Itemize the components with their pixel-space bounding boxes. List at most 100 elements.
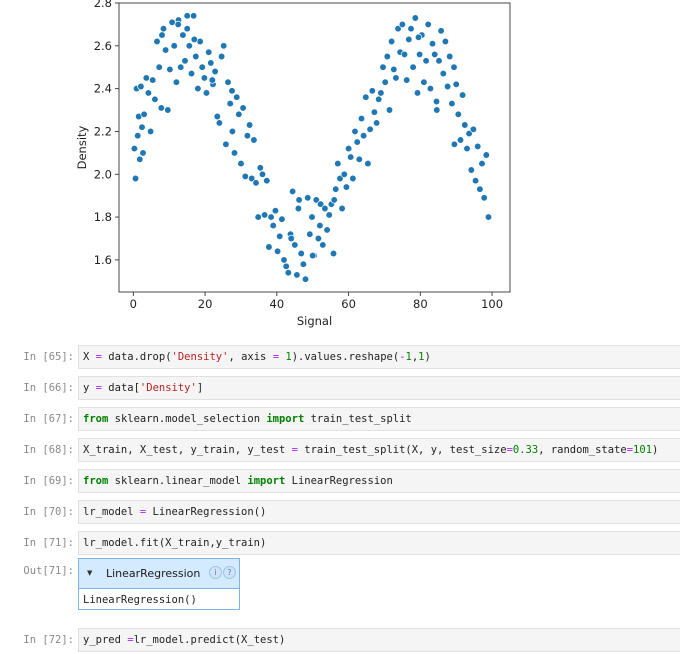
code-cell[interactable]: In [68]: X_train, X_test, y_train, y_test… bbox=[0, 438, 680, 464]
data-point bbox=[151, 95, 159, 103]
data-point bbox=[174, 20, 182, 29]
y-tick-label: 2.0 bbox=[94, 167, 112, 181]
data-point bbox=[228, 87, 236, 95]
cell-prompt: In [70]: bbox=[23, 506, 74, 518]
code-input[interactable]: from sklearn.model_selection import trai… bbox=[78, 407, 680, 431]
data-point bbox=[166, 65, 174, 74]
data-point bbox=[224, 78, 232, 86]
data-point bbox=[306, 230, 314, 238]
data-point bbox=[390, 65, 398, 74]
data-point bbox=[304, 194, 312, 202]
code-cell[interactable]: In [66]: y = data['Density'] bbox=[0, 376, 680, 402]
data-point bbox=[424, 20, 432, 29]
data-point bbox=[301, 275, 310, 283]
data-point bbox=[207, 59, 215, 67]
data-point bbox=[254, 213, 262, 221]
code-text[interactable]: lr_model = LinearRegression() bbox=[83, 506, 266, 518]
data-point bbox=[295, 196, 303, 204]
info-icon[interactable]: i bbox=[209, 566, 222, 579]
data-point bbox=[443, 82, 452, 91]
y-axis-label: Density bbox=[75, 125, 89, 169]
data-point bbox=[480, 194, 488, 202]
cell-prompt: In [72]: bbox=[23, 634, 74, 646]
data-point bbox=[153, 37, 161, 46]
data-point bbox=[215, 119, 224, 127]
code-input[interactable]: X = data.drop('Density', axis = 1).value… bbox=[78, 345, 680, 369]
data-point bbox=[198, 63, 206, 71]
code-token: data.drop( bbox=[101, 351, 172, 363]
code-token: 'Density' bbox=[139, 382, 197, 394]
data-point bbox=[308, 213, 316, 221]
code-cell[interactable]: In [67]: from sklearn.model_selection imp… bbox=[0, 407, 680, 433]
x-tick-label: 0 bbox=[130, 297, 137, 311]
code-token: ).values.reshape( bbox=[291, 351, 400, 363]
data-point bbox=[159, 25, 168, 33]
code-input[interactable]: from sklearn.linear_model import LinearR… bbox=[78, 469, 680, 493]
code-token: ) bbox=[424, 351, 431, 363]
code-cell[interactable]: In [71]: lr_model.fit(X_train,y_train) bbox=[0, 531, 680, 557]
estimator-header[interactable]: ▼ LinearRegression i ? bbox=[79, 559, 239, 589]
data-point bbox=[474, 142, 482, 151]
code-text[interactable]: X_train, X_test, y_train, y_test = train… bbox=[83, 444, 658, 456]
data-point bbox=[456, 136, 465, 144]
code-token: lr_model.fit(X_train,y_train) bbox=[83, 537, 267, 549]
data-point bbox=[177, 63, 185, 71]
data-point bbox=[136, 155, 144, 163]
code-token: ) bbox=[652, 444, 659, 456]
code-text[interactable]: from sklearn.linear_model import LinearR… bbox=[83, 475, 393, 487]
data-point bbox=[325, 211, 333, 219]
code-input[interactable]: y = data['Density'] bbox=[78, 376, 680, 400]
data-point bbox=[164, 106, 172, 114]
code-input[interactable]: lr_model.fit(X_train,y_train) bbox=[78, 531, 680, 555]
data-point bbox=[359, 132, 368, 140]
data-point bbox=[321, 204, 329, 213]
code-token: 0.33 bbox=[512, 444, 539, 456]
data-point bbox=[414, 33, 423, 41]
data-point bbox=[364, 159, 372, 168]
code-text[interactable]: y = data['Density'] bbox=[83, 382, 203, 394]
code-text[interactable]: y_pred =lr_model.predict(X_test) bbox=[83, 634, 285, 646]
code-cell[interactable]: In [72]: y_pred =lr_model.predict(X_test) bbox=[0, 628, 680, 654]
estimator-repr: LinearRegression() bbox=[83, 594, 197, 606]
code-token: from bbox=[83, 413, 109, 425]
y-tick-label: 1.6 bbox=[94, 253, 112, 267]
code-input[interactable]: y_pred =lr_model.predict(X_test) bbox=[78, 628, 680, 652]
code-token: sklearn.linear_model bbox=[108, 475, 248, 487]
help-icon[interactable]: ? bbox=[223, 566, 236, 579]
data-point bbox=[405, 35, 413, 44]
data-point bbox=[441, 37, 450, 46]
code-text[interactable]: from sklearn.model_selection import trai… bbox=[83, 413, 412, 425]
y-tick-label: 1.8 bbox=[94, 210, 112, 224]
data-point bbox=[353, 138, 361, 146]
data-point bbox=[319, 241, 327, 249]
data-point bbox=[347, 153, 355, 161]
collapse-arrow-icon[interactable]: ▼ bbox=[87, 569, 92, 577]
data-point bbox=[226, 99, 234, 108]
code-cell[interactable]: In [70]: lr_model = LinearRegression() bbox=[0, 500, 680, 526]
data-point bbox=[413, 89, 422, 97]
code-text[interactable]: X = data.drop('Density', axis = 1).value… bbox=[83, 351, 431, 363]
code-token: sklearn.model_selection bbox=[108, 413, 267, 425]
code-cell[interactable]: In [69]: from sklearn.linear_model import… bbox=[0, 469, 680, 495]
y-tick-label: 2.4 bbox=[94, 82, 112, 96]
data-point bbox=[375, 95, 383, 103]
data-point bbox=[138, 123, 146, 131]
data-point bbox=[329, 249, 338, 258]
code-text[interactable]: lr_model.fit(X_train,y_train) bbox=[83, 537, 266, 549]
data-point bbox=[461, 121, 469, 129]
code-cell[interactable]: In [65]: X = data.drop('Density', axis = … bbox=[0, 345, 680, 371]
estimator-display[interactable]: ▼ LinearRegression i ? LinearRegression(… bbox=[78, 558, 240, 610]
data-point bbox=[287, 234, 295, 243]
data-point bbox=[411, 14, 419, 22]
data-point bbox=[435, 57, 443, 65]
data-point bbox=[158, 31, 166, 39]
data-point bbox=[314, 234, 323, 243]
code-input[interactable]: X_train, X_test, y_train, y_test = train… bbox=[78, 438, 680, 462]
data-point bbox=[157, 104, 165, 112]
data-point bbox=[222, 140, 230, 148]
data-point bbox=[243, 132, 252, 140]
data-point bbox=[245, 121, 254, 129]
code-input[interactable]: lr_model = LinearRegression() bbox=[78, 500, 680, 524]
data-point bbox=[258, 170, 267, 178]
data-point bbox=[131, 174, 140, 183]
